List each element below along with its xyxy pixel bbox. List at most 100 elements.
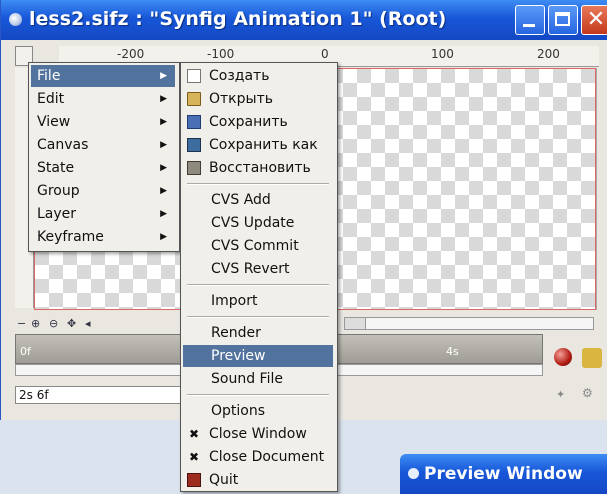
menu-item-label: Render: [211, 325, 261, 341]
ruler-label: 0: [321, 47, 329, 61]
window-title: less2.sifz : "Synfig Animation 1" (Root): [29, 8, 447, 30]
ruler-label: -100: [207, 47, 235, 61]
submenu-arrow-icon: ▶: [160, 71, 167, 81]
menu-item-new[interactable]: Создать: [183, 65, 333, 87]
submenu-arrow-icon: ▶: [160, 94, 167, 104]
submenu-arrow-icon: ▶: [160, 209, 167, 219]
settings-icon[interactable]: ⚙: [582, 386, 593, 400]
file-submenu: Создать Открыть Сохранить Сохранить как …: [180, 62, 338, 492]
app-icon: [408, 468, 419, 479]
menu-item-label: View: [37, 114, 71, 130]
zoom-out-icon[interactable]: −: [17, 317, 26, 330]
menu-item-group[interactable]: Group ▶: [31, 180, 175, 202]
zoom-in-icon[interactable]: ⊕: [31, 317, 40, 330]
preview-window-titlebar[interactable]: Preview Window: [400, 454, 607, 494]
menu-item-label: Восстановить: [209, 160, 311, 176]
menu-item-canvas[interactable]: Canvas ▶: [31, 134, 175, 156]
scroll-left-icon[interactable]: ◂: [85, 317, 91, 330]
menu-item-label: CVS Update: [211, 215, 295, 231]
submenu-arrow-icon: ▶: [160, 163, 167, 173]
menu-item-import[interactable]: Import: [183, 290, 333, 312]
menu-item-render[interactable]: Render: [183, 322, 333, 344]
menu-item-open[interactable]: Открыть: [183, 88, 333, 110]
menu-item-label: Preview: [211, 348, 266, 364]
menu-item-close-document[interactable]: ✖ Close Document: [183, 446, 333, 468]
submenu-arrow-icon: ▶: [160, 232, 167, 242]
menu-item-preview[interactable]: Preview: [183, 345, 333, 367]
close-button[interactable]: ✕: [581, 5, 607, 35]
menu-item-label: Quit: [209, 472, 239, 488]
menu-item-sound-file[interactable]: Sound File: [183, 368, 333, 390]
minimize-button[interactable]: [515, 5, 545, 35]
menu-item-file[interactable]: File ▶: [31, 65, 175, 87]
menu-item-label: File: [37, 68, 61, 84]
menu-item-label: Close Window: [209, 426, 307, 442]
menu-item-close-window[interactable]: ✖ Close Window: [183, 423, 333, 445]
menu-item-revert[interactable]: Восстановить: [183, 157, 333, 179]
open-folder-icon: [187, 92, 201, 106]
ruler-label: 200: [537, 47, 560, 61]
close-icon: ✕: [586, 7, 606, 32]
menu-item-label: Options: [211, 403, 266, 419]
menu-item-options[interactable]: Options: [183, 400, 333, 422]
new-document-icon: [187, 69, 201, 83]
menu-separator: [187, 316, 329, 318]
submenu-arrow-icon: ▶: [160, 140, 167, 150]
menu-separator: [187, 394, 329, 396]
horizontal-scrollbar[interactable]: [344, 317, 594, 330]
save-as-icon: [187, 138, 201, 152]
app-icon: [9, 13, 22, 26]
menu-item-label: Canvas: [37, 137, 89, 153]
title-bar[interactable]: less2.sifz : "Synfig Animation 1" (Root)…: [1, 0, 607, 40]
revert-icon: [187, 161, 201, 175]
preview-window-title: Preview Window: [424, 464, 583, 484]
menu-item-state[interactable]: State ▶: [31, 157, 175, 179]
menu-item-label: CVS Revert: [211, 261, 290, 277]
menu-item-cvs-commit[interactable]: CVS Commit: [183, 235, 333, 257]
menu-item-save-as[interactable]: Сохранить как: [183, 134, 333, 156]
keyframe-icon[interactable]: ✦: [556, 388, 565, 401]
animation-controls: ✦ ⚙: [546, 342, 607, 402]
time-start-label: 0f: [20, 345, 31, 358]
maximize-icon: [549, 6, 577, 34]
menu-item-label: CVS Add: [211, 192, 271, 208]
close-x-icon: ✖: [188, 450, 200, 464]
menu-item-label: Sound File: [211, 371, 283, 387]
menu-item-cvs-revert[interactable]: CVS Revert: [183, 258, 333, 280]
save-icon: [187, 115, 201, 129]
time-field[interactable]: 2s 6f: [15, 386, 185, 404]
maximize-button[interactable]: [548, 5, 578, 35]
menu-item-cvs-add[interactable]: CVS Add: [183, 189, 333, 211]
lock-button[interactable]: [582, 348, 602, 368]
menu-separator: [187, 183, 329, 185]
menu-item-edit[interactable]: Edit ▶: [31, 88, 175, 110]
minimize-icon: [516, 6, 544, 34]
scrollbar-thumb[interactable]: [345, 318, 366, 329]
menu-item-label: Сохранить: [209, 114, 288, 130]
vertical-scrollbar[interactable]: [596, 68, 607, 310]
menu-item-label: Сохранить как: [209, 137, 318, 153]
submenu-arrow-icon: ▶: [160, 117, 167, 127]
menu-item-cvs-update[interactable]: CVS Update: [183, 212, 333, 234]
menu-item-label: State: [37, 160, 75, 176]
menu-item-quit[interactable]: Quit: [183, 469, 333, 491]
menu-item-view[interactable]: View ▶: [31, 111, 175, 133]
menu-item-label: Keyframe: [37, 229, 104, 245]
menu-item-label: Создать: [209, 68, 270, 84]
menu-item-label: Edit: [37, 91, 65, 107]
submenu-arrow-icon: ▶: [160, 186, 167, 196]
record-button[interactable]: [554, 348, 572, 366]
main-menu: File ▶ Edit ▶ View ▶ Canvas ▶ State ▶ Group ▶ …: [28, 62, 180, 252]
menu-item-layer[interactable]: Layer ▶: [31, 203, 175, 225]
zoom-fit-icon[interactable]: ⊖: [49, 317, 58, 330]
zoom-reset-icon[interactable]: ✥: [67, 317, 76, 330]
menu-item-label: Import: [211, 293, 258, 309]
menu-item-label: CVS Commit: [211, 238, 299, 254]
ruler-label: 100: [431, 47, 454, 61]
menu-item-label: Group: [37, 183, 80, 199]
menu-item-save[interactable]: Сохранить: [183, 111, 333, 133]
menu-item-keyframe[interactable]: Keyframe ▶: [31, 226, 175, 248]
ruler-label: -200: [117, 47, 145, 61]
menu-separator: [187, 284, 329, 286]
close-x-icon: ✖: [188, 427, 200, 441]
